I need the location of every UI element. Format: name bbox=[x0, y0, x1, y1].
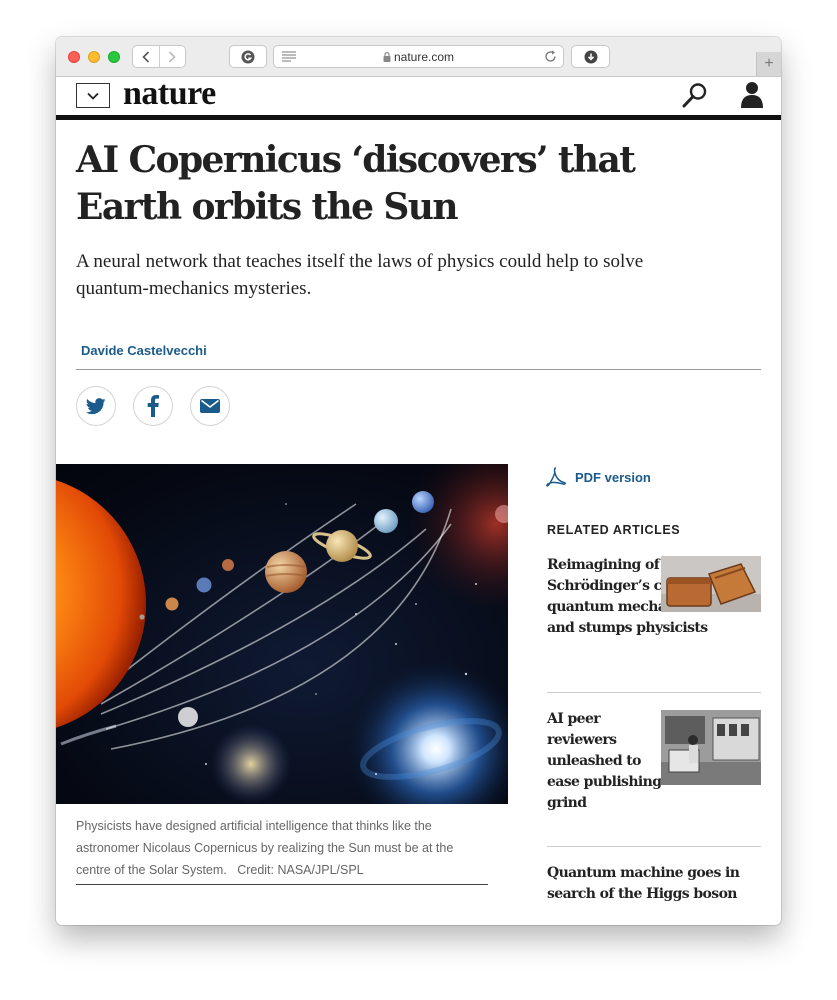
menu-button[interactable] bbox=[76, 83, 110, 108]
chevron-left-icon bbox=[142, 50, 149, 63]
image-caption: Physicists have designed artificial inte… bbox=[76, 815, 488, 881]
back-button[interactable] bbox=[133, 46, 159, 67]
minimize-window-button[interactable] bbox=[88, 51, 100, 63]
share-email-button[interactable] bbox=[190, 386, 230, 426]
grammarly-icon bbox=[241, 50, 255, 63]
downloads-button[interactable] bbox=[571, 45, 610, 68]
chevron-right-icon bbox=[169, 50, 176, 63]
download-icon bbox=[584, 50, 597, 63]
author-link[interactable]: Davide Castelvecchi bbox=[81, 343, 207, 358]
extension-button[interactable] bbox=[229, 45, 267, 68]
history-nav bbox=[132, 45, 186, 68]
new-tab-button[interactable]: + bbox=[756, 52, 781, 76]
share-twitter-button[interactable] bbox=[76, 386, 116, 426]
related-article-link[interactable]: AI peer reviewers unleashed to ease publ… bbox=[547, 709, 663, 814]
hero-image bbox=[56, 464, 508, 804]
share-facebook-button[interactable] bbox=[133, 386, 173, 426]
site-header: nature bbox=[56, 75, 781, 120]
facebook-icon bbox=[147, 395, 159, 417]
solar-system-illustration bbox=[56, 464, 508, 804]
article-standfirst: A neural network that teaches itself the… bbox=[76, 251, 644, 299]
pdf-icon bbox=[546, 467, 566, 487]
new-tab-label: + bbox=[764, 55, 774, 72]
site-logo[interactable]: nature bbox=[123, 75, 216, 113]
caption-credit: Credit: NASA/JPL/SPL bbox=[237, 863, 364, 877]
url-display: nature.com bbox=[274, 50, 563, 64]
close-window-button[interactable] bbox=[68, 51, 80, 63]
zoom-window-button[interactable] bbox=[108, 51, 120, 63]
lock-icon bbox=[383, 52, 391, 62]
user-account-icon[interactable] bbox=[740, 81, 764, 109]
related-divider bbox=[547, 846, 761, 847]
address-bar[interactable]: nature.com bbox=[273, 45, 564, 68]
pdf-version-label: PDF version bbox=[575, 469, 651, 485]
chevron-down-icon bbox=[87, 92, 99, 100]
related-articles-heading: RELATED ARTICLES bbox=[547, 523, 681, 537]
twitter-icon bbox=[86, 397, 106, 414]
related-article-link[interactable]: Quantum machine goes in search of the Hi… bbox=[547, 863, 761, 905]
related-article-thumbnail[interactable] bbox=[661, 556, 761, 612]
url-text: nature.com bbox=[393, 50, 455, 64]
divider bbox=[76, 369, 761, 370]
caption-divider bbox=[76, 884, 488, 885]
email-icon bbox=[200, 399, 220, 413]
forward-button[interactable] bbox=[158, 46, 186, 67]
browser-window: nature.com + nature AI Copernicus ‘disco… bbox=[56, 37, 781, 925]
article-headline: AI Copernicus ‘discovers’ that Earth orb… bbox=[76, 139, 636, 228]
related-divider bbox=[547, 692, 761, 693]
reload-icon[interactable] bbox=[544, 50, 557, 63]
pdf-version-link[interactable]: PDF version bbox=[546, 467, 651, 487]
vintage-computer-room-photo bbox=[661, 710, 761, 785]
suitcases-photo bbox=[661, 556, 761, 612]
related-article-thumbnail[interactable] bbox=[661, 710, 761, 785]
search-icon[interactable] bbox=[682, 82, 708, 108]
browser-toolbar: nature.com + bbox=[56, 37, 781, 77]
